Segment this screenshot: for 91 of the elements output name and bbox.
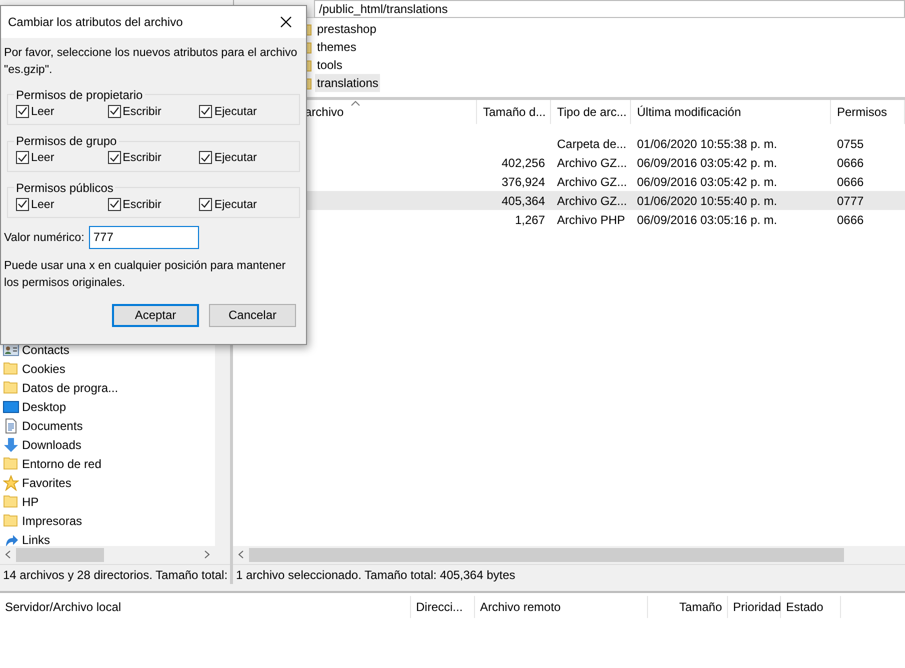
check-icon [18,154,27,162]
tree-item[interactable]: themes [315,38,358,56]
file-name[interactable]: Links [22,530,50,546]
check-icon [110,154,119,162]
left-chevron-icon [238,550,244,560]
numeric-value-field[interactable]: 777 [89,226,200,249]
checkbox[interactable] [199,151,212,164]
file-name[interactable]: Entorno de red [22,454,102,472]
desktop-icon [3,398,19,414]
table-cell-text: 06/09/2016 03:05:16 p. m. [636,212,778,228]
table-cell-text: 01/06/2020 10:55:40 p. m. [636,192,778,210]
column-header[interactable]: Servidor/Archivo local [0,596,411,618]
right-chevron-icon [204,550,210,560]
document-icon [3,418,19,434]
checkbox[interactable] [108,198,121,211]
column-header[interactable]: Tamaño [648,596,728,618]
table-cell-text: 376,924 [500,174,546,190]
column-header[interactable]: Prioridad [728,596,781,618]
checkbox-label[interactable]: Leer [31,149,54,167]
check-icon [110,107,119,116]
table-cell-text: Archivo GZ... [556,154,628,172]
check-icon [201,107,210,116]
checkbox-label[interactable]: Ejecutar [214,149,257,167]
checkbox[interactable] [108,151,121,164]
table-cell-text: Archivo GZ... [556,192,628,210]
table-cell-text: 402,256 [500,154,546,172]
file-name[interactable]: HP [22,492,39,510]
field-label: Valor numérico: [4,230,84,246]
check-icon [18,200,27,208]
checkbox-label[interactable]: Escribir [122,102,162,120]
file-name[interactable]: Favorites [22,474,72,492]
file-name[interactable]: Documents [22,416,83,434]
left-chevron-icon [5,550,11,560]
table-cell-text: 06/09/2016 03:05:42 p. m. [636,174,778,190]
cancel-button[interactable]: Cancelar [209,304,296,327]
tree-item[interactable]: translations [315,74,380,92]
table-cell-text: Archivo GZ... [556,174,628,190]
file-name[interactable]: Cookies [22,360,66,378]
selected-row[interactable]: 405,364 Archivo GZ... 01/06/2020 10:55:40 p. m. 0777 [305,191,905,210]
file-name[interactable]: Datos de progra... [22,378,118,396]
accept-button[interactable]: Aceptar [112,304,199,327]
dialog-title: Cambiar los atributos del archivo [8,14,183,31]
file-name[interactable]: Impresoras [22,512,82,530]
hint-text: Puede usar una x en cualquier posición para mantener los permisos originales. [4,258,287,292]
checkbox[interactable] [16,151,29,164]
status-text: 14 archivos y 28 directorios. Tamaño total: [0,564,230,584]
file-name[interactable]: Desktop [22,398,66,416]
column-header[interactable]: Tipo de arc... [551,100,631,124]
status-text: 1 archivo seleccionado. Tamaño total: 405,364 bytes [233,564,905,584]
group-title: Permisos de grupo [14,133,119,150]
column-header[interactable]: Permisos [831,100,905,124]
column-header[interactable]: Direcci... [411,596,475,618]
remote-path-field[interactable]: /public_html/translations [314,0,905,18]
checkbox[interactable] [199,104,212,118]
table-cell-text: 405,364 [500,192,546,210]
table-cell-text: 0755 [836,136,865,152]
star-icon [3,474,19,490]
column-header[interactable]: Tamaño d... [477,100,551,124]
table-cell-text: Archivo PHP [556,212,626,228]
table-cell-text: Carpeta de... [556,136,628,152]
file-name[interactable]: Downloads [22,436,82,454]
column-header[interactable]: Última modificación [631,100,831,124]
table-cell-text: 0666 [836,174,865,190]
checkbox[interactable] [199,198,212,211]
checkbox[interactable] [108,104,121,118]
down-arrow-icon [3,436,19,452]
table-cell-text: 0666 [836,212,865,228]
checkbox-label[interactable]: Escribir [122,196,162,213]
column-header[interactable]: Archivo remoto [475,596,648,618]
checkbox[interactable] [16,104,29,118]
table-cell-text: 0777 [836,192,865,210]
checkbox-label[interactable]: Leer [31,196,54,213]
tree-item[interactable]: tools [315,56,344,74]
check-icon [201,154,210,162]
sort-ascending-icon [351,101,360,106]
table-cell-text: 06/09/2016 03:05:42 p. m. [636,154,778,172]
checkbox-label[interactable]: Leer [31,102,54,120]
check-icon [18,107,27,116]
tree-item[interactable]: prestashop [315,20,378,38]
table-cell-text: 0666 [836,154,865,172]
check-icon [201,200,210,208]
dialog-message: Por favor, seleccione los nuevos atributos para el archivo "es.gzip". [4,45,298,78]
checkbox-label[interactable]: Ejecutar [214,196,257,213]
table-cell-text: 01/06/2020 10:55:38 p. m. [636,136,778,152]
close-icon [280,16,292,28]
file-name[interactable]: Contacts [22,340,70,358]
table-cell-text: 1,267 [514,212,546,228]
column-header[interactable]: Estado [781,596,841,618]
checkbox[interactable] [16,198,29,211]
check-icon [110,200,119,208]
checkbox-label[interactable]: Escribir [122,149,162,167]
